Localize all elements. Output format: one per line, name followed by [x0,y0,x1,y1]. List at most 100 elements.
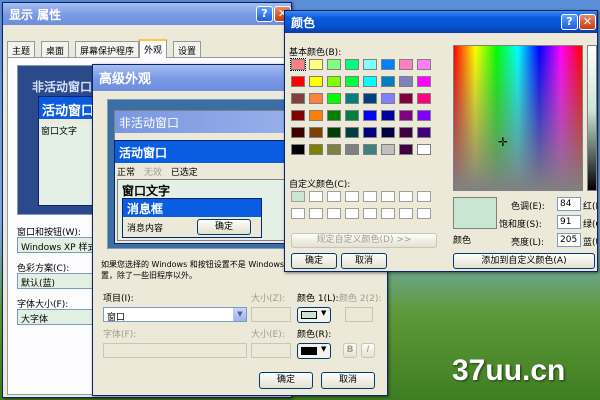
custom-color-swatch[interactable] [327,208,341,219]
custom-color-swatch[interactable] [291,208,305,219]
basic-color-swatch[interactable] [309,76,323,87]
basic-color-swatch[interactable] [381,144,395,155]
basic-color-swatch[interactable] [291,110,305,121]
item-select[interactable]: 窗口 ▼ [103,307,247,322]
basic-color-swatch[interactable] [417,93,431,104]
basic-color-swatch[interactable] [345,76,359,87]
basic-color-swatch[interactable] [291,76,305,87]
basic-color-swatch[interactable] [399,93,413,104]
italic-button[interactable]: I [361,343,375,358]
custom-color-swatch[interactable] [327,191,341,202]
custom-color-swatch[interactable] [399,191,413,202]
windows-buttons-select[interactable]: Windows XP 样式 [17,237,97,253]
basic-color-swatch[interactable] [309,144,323,155]
custom-color-swatch[interactable] [363,208,377,219]
basic-color-swatch[interactable] [309,59,323,70]
help-button[interactable]: ? [256,6,273,22]
basic-color-swatch[interactable] [381,59,395,70]
hue-input[interactable]: 84 [557,197,581,211]
basic-color-swatch[interactable] [309,110,323,121]
color-dialog-titlebar[interactable]: 颜色 [285,11,597,33]
font-size-spinner[interactable] [251,343,291,358]
font-size-select[interactable]: 大字体 [17,309,97,325]
basic-color-swatch[interactable] [417,127,431,138]
basic-color-swatch[interactable] [417,59,431,70]
basic-color-swatch[interactable] [290,58,306,71]
basic-color-swatch[interactable] [381,76,395,87]
font-color-picker[interactable]: ▼ [297,343,331,359]
basic-color-swatch[interactable] [327,110,341,121]
green-label: 绿(G) [583,220,597,230]
tab-themes[interactable]: 主题 [7,41,36,57]
custom-color-swatch[interactable] [381,208,395,219]
basic-color-swatch[interactable] [363,93,377,104]
basic-color-swatch[interactable] [327,144,341,155]
sat-input[interactable]: 91 [557,215,581,229]
basic-color-swatch[interactable] [309,127,323,138]
basic-color-swatch[interactable] [327,59,341,70]
chevron-down-icon[interactable]: ▼ [233,308,246,321]
custom-color-swatch[interactable] [363,191,377,202]
basic-color-swatch[interactable] [327,76,341,87]
size-spinner[interactable] [251,307,291,322]
tab-screensaver[interactable]: 屏幕保护程序 [75,41,140,57]
basic-color-swatch[interactable] [399,110,413,121]
display-properties-titlebar[interactable]: 显示 属性 [3,3,291,25]
basic-color-swatch[interactable] [417,76,431,87]
basic-color-swatch[interactable] [381,127,395,138]
close-button[interactable]: ✕ [579,14,596,30]
define-custom-colors-button[interactable]: 规定自定义颜色(D) >> [291,233,437,248]
basic-color-swatch[interactable] [399,144,413,155]
basic-color-swatch[interactable] [363,127,377,138]
basic-color-swatch[interactable] [345,127,359,138]
color-scheme-select[interactable]: 默认(蓝) [17,273,97,289]
custom-color-swatch[interactable] [309,191,323,202]
basic-color-swatch[interactable] [345,144,359,155]
basic-color-swatch[interactable] [363,110,377,121]
basic-color-swatch[interactable] [381,93,395,104]
add-to-custom-colors-button[interactable]: 添加到自定义颜色(A) [453,253,595,269]
basic-color-swatch[interactable] [291,127,305,138]
custom-color-swatch[interactable] [291,191,305,202]
custom-color-swatch[interactable] [309,208,323,219]
basic-color-swatch[interactable] [345,93,359,104]
font-select[interactable] [103,343,247,358]
basic-color-swatch[interactable] [363,144,377,155]
lum-input[interactable]: 205 [557,233,581,247]
basic-color-swatch[interactable] [399,127,413,138]
custom-color-swatch[interactable] [345,208,359,219]
custom-color-swatch[interactable] [417,208,431,219]
bold-button[interactable]: B [343,343,357,358]
advanced-ok-button[interactable]: 确定 [259,372,313,389]
basic-color-swatch[interactable] [327,127,341,138]
basic-color-swatch[interactable] [345,59,359,70]
basic-color-swatch[interactable] [291,144,305,155]
color-ok-button[interactable]: 确定 [291,253,337,269]
custom-color-swatch[interactable] [417,191,431,202]
help-button[interactable]: ? [561,14,578,30]
custom-color-swatch[interactable] [345,191,359,202]
basic-color-swatch[interactable] [399,76,413,87]
advanced-cancel-button[interactable]: 取消 [321,372,375,389]
basic-color-swatch[interactable] [309,93,323,104]
tab-settings[interactable]: 设置 [173,41,202,57]
basic-color-swatch[interactable] [363,59,377,70]
basic-color-swatch[interactable] [327,93,341,104]
tab-desktop[interactable]: 桌面 [41,41,70,57]
color-cancel-button[interactable]: 取消 [341,253,387,269]
basic-color-swatch[interactable] [381,110,395,121]
adv-preview-ok-button[interactable]: 确定 [197,219,251,235]
color1-picker[interactable]: ▼ [297,307,331,323]
color2-picker[interactable] [345,307,373,322]
custom-color-swatch[interactable] [381,191,395,202]
basic-color-swatch[interactable] [291,93,305,104]
basic-color-swatch[interactable] [399,59,413,70]
basic-color-swatch[interactable] [417,144,431,155]
custom-color-swatch[interactable] [399,208,413,219]
basic-color-swatch[interactable] [345,110,359,121]
luminance-slider[interactable] [587,45,597,191]
tab-appearance[interactable]: 外观 [139,39,168,58]
color-spectrum[interactable]: ✛ [453,45,583,191]
basic-color-swatch[interactable] [363,76,377,87]
basic-color-swatch[interactable] [417,110,431,121]
